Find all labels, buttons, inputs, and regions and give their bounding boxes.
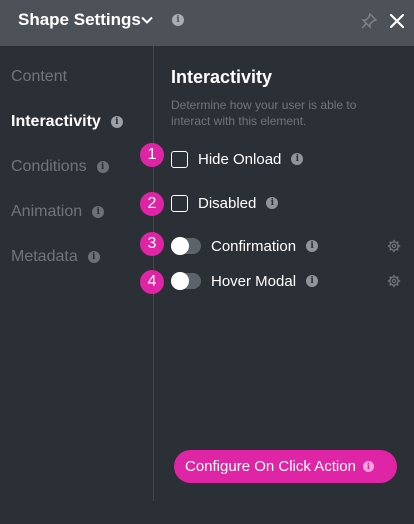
option-hide-onload: Hide Onload i [171,149,304,169]
info-icon: i [306,240,319,252]
sidebar-item-label: Metadata [11,248,78,265]
option-label: Confirmation [211,237,297,255]
info-icon: i [172,14,184,26]
gear-icon[interactable] [387,274,401,288]
sidebar-item-label: Conditions [11,158,87,175]
sidebar-item-label: Animation [11,203,83,220]
toggle-knob [171,272,189,290]
sidebar-item-label: Interactivity [11,113,101,130]
sidebar-item-interactivity[interactable]: Interactivity i [11,113,123,131]
section-description: Determine how your user is able to inter… [171,98,357,128]
info-icon: i [266,197,279,209]
info-icon: i [291,153,304,165]
option-label: Hover Modal [211,272,297,290]
confirmation-toggle[interactable] [171,237,201,255]
option-disabled: Disabled i [171,193,279,213]
close-icon[interactable] [387,11,407,31]
info-icon: i [306,275,319,287]
section-title: Interactivity [171,67,273,87]
info-icon: i [110,116,123,128]
toggle-knob [171,237,189,255]
callout-badge: 4 [140,270,164,294]
info-icon: i [92,206,105,218]
sidebar-item-content[interactable]: Content [11,68,67,86]
panel-header: Shape Settings i [0,0,414,46]
option-label: Hide Onload [198,150,282,168]
info-icon: i [87,251,100,263]
gear-icon[interactable] [387,239,401,253]
sidebar-item-label: Content [11,68,68,85]
hide-onload-checkbox[interactable] [171,150,188,168]
sidebar-item-metadata[interactable]: Metadata i [11,248,100,266]
hover-modal-toggle[interactable] [171,272,201,290]
callout-badge: 2 [140,192,164,216]
settings-sidebar: Content Interactivity i Conditions i Ani… [0,46,153,524]
info-icon: i [96,161,109,173]
cta-label: Configure On Click Action [185,458,356,475]
disabled-checkbox[interactable] [171,194,188,212]
panel-title[interactable]: Shape Settings [18,10,141,30]
pin-icon[interactable] [360,12,378,30]
chevron-down-icon[interactable] [140,13,154,27]
option-hover-modal: Hover Modal i [171,271,319,291]
callout-badge: 1 [140,143,164,167]
callout-badge: 3 [140,232,164,256]
option-confirmation: Confirmation i [171,236,319,256]
option-label: Disabled [198,194,257,212]
sidebar-item-conditions[interactable]: Conditions i [11,158,109,176]
sidebar-item-animation[interactable]: Animation i [11,203,105,221]
configure-on-click-action-button[interactable]: Configure On Click Action i [174,450,397,483]
info-icon: i [362,461,374,472]
